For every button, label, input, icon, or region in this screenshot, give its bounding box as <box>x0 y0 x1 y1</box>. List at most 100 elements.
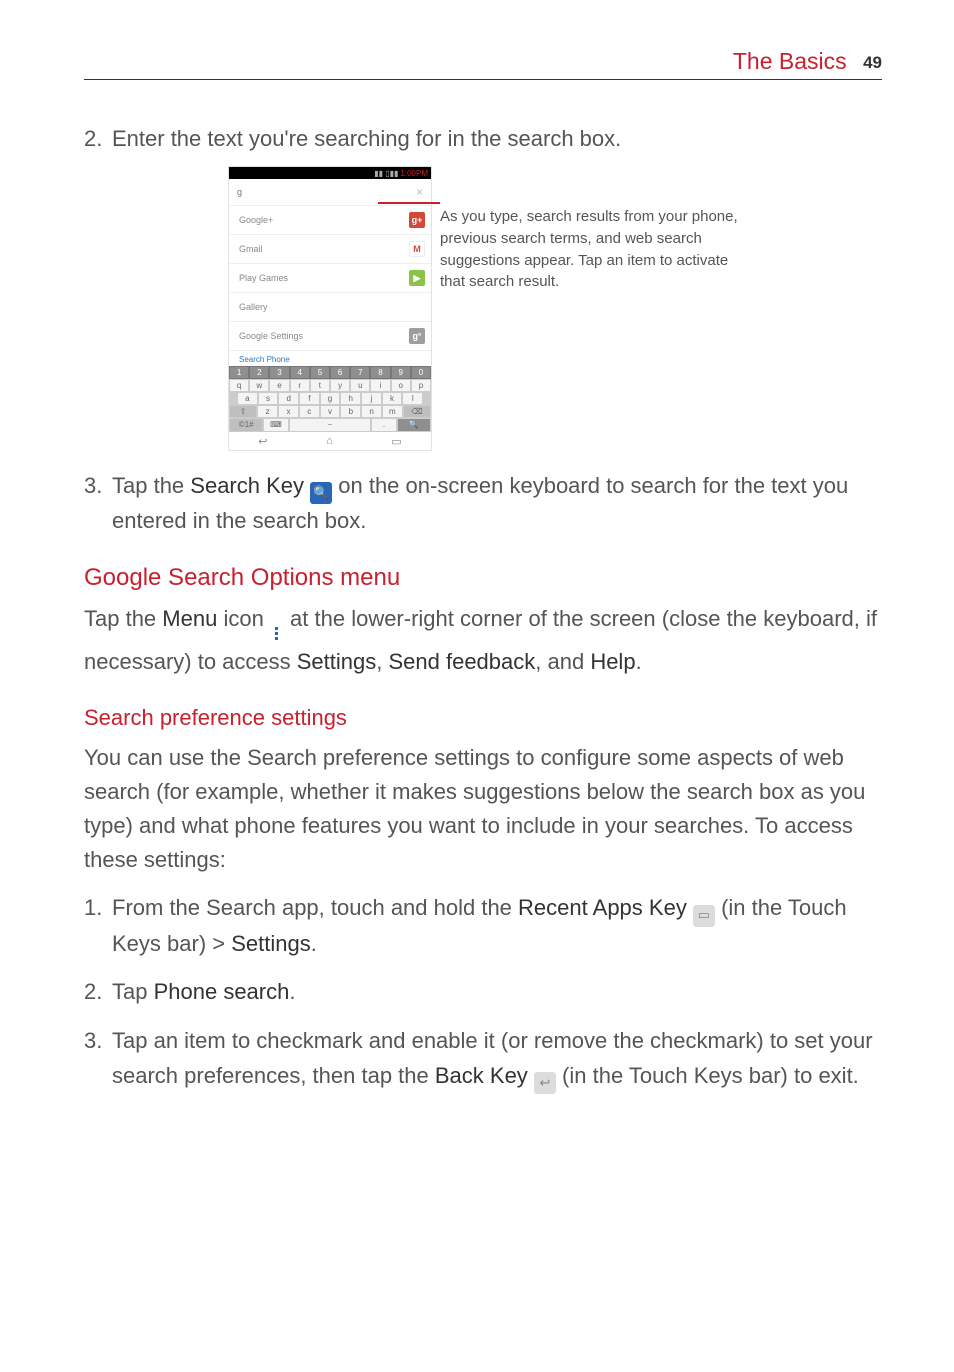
kb-key: m <box>382 405 403 418</box>
pref-step-1: 1. From the Search app, touch and hold t… <box>84 891 882 961</box>
help-label: Help <box>590 649 635 674</box>
t: , and <box>535 649 590 674</box>
kb-key: i <box>370 379 390 392</box>
kb-key: v <box>320 405 341 418</box>
section-title: The Basics <box>733 48 847 74</box>
kb-space: ⎯ <box>289 418 372 432</box>
recent-apps-key-icon: ▭ <box>693 905 715 927</box>
page-header: The Basics 49 <box>84 48 882 80</box>
kb-key: w <box>249 379 269 392</box>
step-number: 2. <box>84 975 112 1010</box>
options-paragraph: Tap the Menu icon at the lower-right cor… <box>84 602 882 679</box>
step-number: 3. <box>84 469 112 538</box>
t: (in the Touch Keys bar) to exit. <box>556 1063 859 1088</box>
kb-key: x <box>278 405 299 418</box>
kb-key: y <box>330 379 350 392</box>
kb-key: 1 <box>229 366 249 379</box>
kb-key: n <box>361 405 382 418</box>
kb-key: c <box>299 405 320 418</box>
search-key-label: Search Key <box>190 473 304 498</box>
t: Tap <box>112 979 154 1004</box>
page: The Basics 49 2. Enter the text you're s… <box>0 0 954 1372</box>
gallery-icon: ◪ <box>409 299 425 315</box>
settings-label: Settings <box>231 931 311 956</box>
kb-key: b <box>340 405 361 418</box>
nav-home-icon: ⌂ <box>326 435 333 448</box>
suggestion-label: Google+ <box>239 215 273 225</box>
suggestion-row: Google+ g+ <box>229 206 431 235</box>
step-number: 3. <box>84 1024 112 1094</box>
google-settings-icon: g° <box>409 328 425 344</box>
kb-key: p <box>411 379 431 392</box>
phone-search-label: Phone search <box>154 979 290 1004</box>
kb-sym: ©1# <box>229 418 263 432</box>
play-games-icon: ▶ <box>409 270 425 286</box>
kb-key: s <box>258 392 279 405</box>
t: . <box>636 649 642 674</box>
step-text: Tap Phone search. <box>112 975 882 1010</box>
heading-pref-settings: Search preference settings <box>84 705 882 731</box>
kb-key: 3 <box>269 366 289 379</box>
step-number: 2. <box>84 122 112 156</box>
kb-key: 8 <box>370 366 390 379</box>
kb-key: d <box>278 392 299 405</box>
kb-key: u <box>350 379 370 392</box>
suggestion-row: Gallery ◪ <box>229 293 431 322</box>
kb-backspace: ⌫ <box>403 405 431 418</box>
step-text: Enter the text you're searching for in t… <box>112 122 882 156</box>
step-number: 1. <box>84 891 112 961</box>
google-plus-icon: g+ <box>409 212 425 228</box>
nav-recent-icon: ▭ <box>391 435 401 448</box>
kb-search-key: 🔍 <box>397 418 431 432</box>
callout-text: As you type, search results from your ph… <box>440 208 738 290</box>
search-key-icon: 🔍 <box>310 482 332 504</box>
figure-callout: As you type, search results from your ph… <box>440 206 740 293</box>
kb-key: 7 <box>350 366 370 379</box>
t: Tap the <box>112 473 190 498</box>
menu-icon <box>270 623 284 645</box>
step-3: 3. Tap the Search Key 🔍 on the on-screen… <box>84 469 882 538</box>
kb-key: l <box>402 392 423 405</box>
kb-key: e <box>269 379 289 392</box>
suggestion-label: Gallery <box>239 302 268 312</box>
suggestion-label: Gmail <box>239 244 263 254</box>
suggestion-row: Gmail M <box>229 235 431 264</box>
t: . <box>289 979 295 1004</box>
kb-row-3: ⇧ zxcvbnm ⌫ <box>229 405 431 418</box>
search-value: g <box>237 187 242 197</box>
kb-key: k <box>382 392 403 405</box>
kb-row-2: asdfghjkl <box>229 392 431 405</box>
heading-options-menu: Google Search Options menu <box>84 564 882 592</box>
kb-key: j <box>361 392 382 405</box>
suggestion-row: Play Games ▶ <box>229 264 431 293</box>
kb-key: z <box>257 405 278 418</box>
kb-key: 2 <box>249 366 269 379</box>
suggestion-label: Play Games <box>239 273 288 283</box>
phone-nav-bar: ↩ ⌂ ▭ <box>229 432 431 450</box>
kb-key: 4 <box>290 366 310 379</box>
pref-step-2: 2. Tap Phone search. <box>84 975 882 1010</box>
nav-back-icon: ↩ <box>258 435 267 448</box>
kb-key: a <box>237 392 258 405</box>
kb-key: f <box>299 392 320 405</box>
kb-dot: . <box>371 418 396 432</box>
menu-label: Menu <box>162 606 217 631</box>
kb-key: 0 <box>411 366 431 379</box>
pref-steps: 1. From the Search app, touch and hold t… <box>84 891 882 1094</box>
kb-row-nums: 1234567890 <box>229 366 431 379</box>
figure-row: ▮▮ ▯▮▮ 1:00PM g × Google+ g+ Gmail M Pla… <box>84 166 882 451</box>
step-text: Tap the Search Key 🔍 on the on-screen ke… <box>112 469 882 538</box>
back-key-label: Back Key <box>435 1063 528 1088</box>
kb-key: o <box>391 379 411 392</box>
kb-row-1: qwertyuiop <box>229 379 431 392</box>
suggestion-row: Google Settings g° <box>229 322 431 351</box>
phone-screenshot: ▮▮ ▯▮▮ 1:00PM g × Google+ g+ Gmail M Pla… <box>228 166 432 451</box>
step-text: Tap an item to checkmark and enable it (… <box>112 1024 882 1094</box>
kb-key: r <box>290 379 310 392</box>
kb-key: g <box>320 392 341 405</box>
suggestion-label: Google Settings <box>239 331 303 341</box>
pref-paragraph: You can use the Search preference settin… <box>84 741 882 877</box>
clear-icon: × <box>416 185 423 199</box>
send-feedback-label: Send feedback <box>388 649 535 674</box>
kb-shift: ⇧ <box>229 405 257 418</box>
